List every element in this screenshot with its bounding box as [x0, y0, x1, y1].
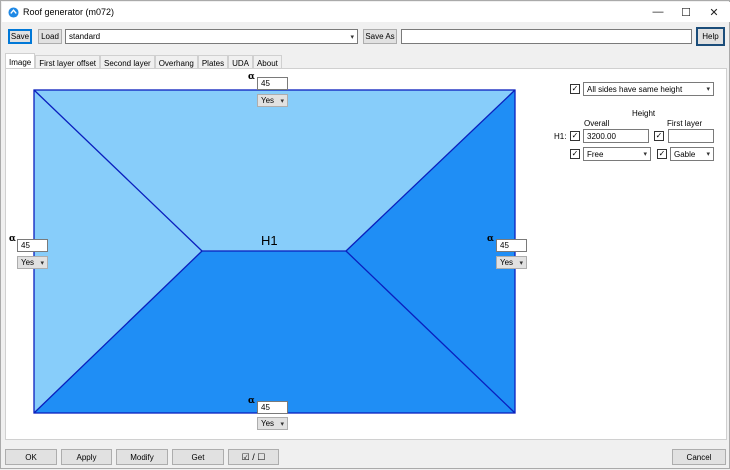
bottom-angle-field[interactable]: 45: [257, 401, 288, 414]
chevron-down-icon: ▾: [706, 86, 710, 93]
check-icon: ✓: [658, 149, 666, 158]
type-checkbox[interactable]: ✓: [570, 149, 580, 159]
cancel-button[interactable]: Cancel: [672, 449, 726, 465]
type-dropdown[interactable]: Free ▾: [583, 147, 651, 161]
roof-label: H1: [261, 233, 278, 248]
h1-row-label: H1:: [554, 132, 567, 141]
left-angle-symbol: α: [9, 234, 16, 244]
toggle-all-button[interactable]: ☑ / ☐: [228, 449, 279, 465]
left-angle-field[interactable]: 45: [17, 239, 48, 252]
top-side-dropdown[interactable]: Yes ▾: [257, 94, 288, 107]
ok-button[interactable]: OK: [5, 449, 57, 465]
chevron-down-icon: ▾: [643, 151, 647, 158]
left-side-dropdown[interactable]: Yes ▾: [17, 256, 48, 269]
top-side-value: Yes: [261, 96, 275, 105]
height-header: Height: [632, 109, 656, 118]
bottom-side-dropdown[interactable]: Yes ▾: [257, 417, 288, 430]
get-button[interactable]: Get: [172, 449, 224, 465]
roof-generator-window: Roof generator (m072) — ☐ ✕ Save Load st…: [0, 0, 730, 469]
same-height-checkbox[interactable]: ✓: [570, 84, 580, 94]
right-side-value: Yes: [500, 258, 514, 267]
type-value: Free: [587, 149, 604, 159]
bottom-angle-symbol: α: [248, 396, 255, 406]
same-height-dropdown[interactable]: All sides have same height ▾: [583, 82, 714, 96]
right-side-dropdown[interactable]: Yes ▾: [496, 256, 527, 269]
overall-height-field[interactable]: 3200.00: [583, 129, 649, 143]
top-angle-field[interactable]: 45: [257, 77, 288, 90]
check-icon: ✓: [571, 131, 579, 140]
chevron-down-icon: ▾: [40, 259, 44, 267]
chevron-down-icon: ▾: [280, 420, 284, 428]
check-icon: ✓: [571, 149, 579, 158]
first-layer-header: First layer: [667, 119, 703, 128]
left-side-value: Yes: [21, 258, 35, 267]
top-angle-symbol: α: [248, 72, 255, 82]
chevron-down-icon: ▾: [519, 259, 523, 267]
apply-button[interactable]: Apply: [61, 449, 112, 465]
check-icon: ✓: [571, 84, 579, 93]
shape-value: Gable: [674, 149, 696, 159]
right-angle-field[interactable]: 45: [496, 239, 527, 252]
first-layer-height-field[interactable]: [668, 129, 714, 143]
overall-checkbox[interactable]: ✓: [570, 131, 580, 141]
roof-diagram: [33, 89, 516, 414]
shape-checkbox[interactable]: ✓: [657, 149, 667, 159]
first-layer-checkbox[interactable]: ✓: [654, 131, 664, 141]
chevron-down-icon: ▾: [706, 151, 710, 158]
bottom-side-value: Yes: [261, 419, 275, 428]
shape-dropdown[interactable]: Gable ▾: [670, 147, 714, 161]
overall-header: Overall: [584, 119, 610, 128]
chevron-down-icon: ▾: [280, 97, 284, 105]
modify-button[interactable]: Modify: [116, 449, 168, 465]
check-icon: ✓: [655, 131, 663, 140]
right-angle-symbol: α: [487, 234, 494, 244]
same-height-value: All sides have same height: [587, 84, 683, 94]
